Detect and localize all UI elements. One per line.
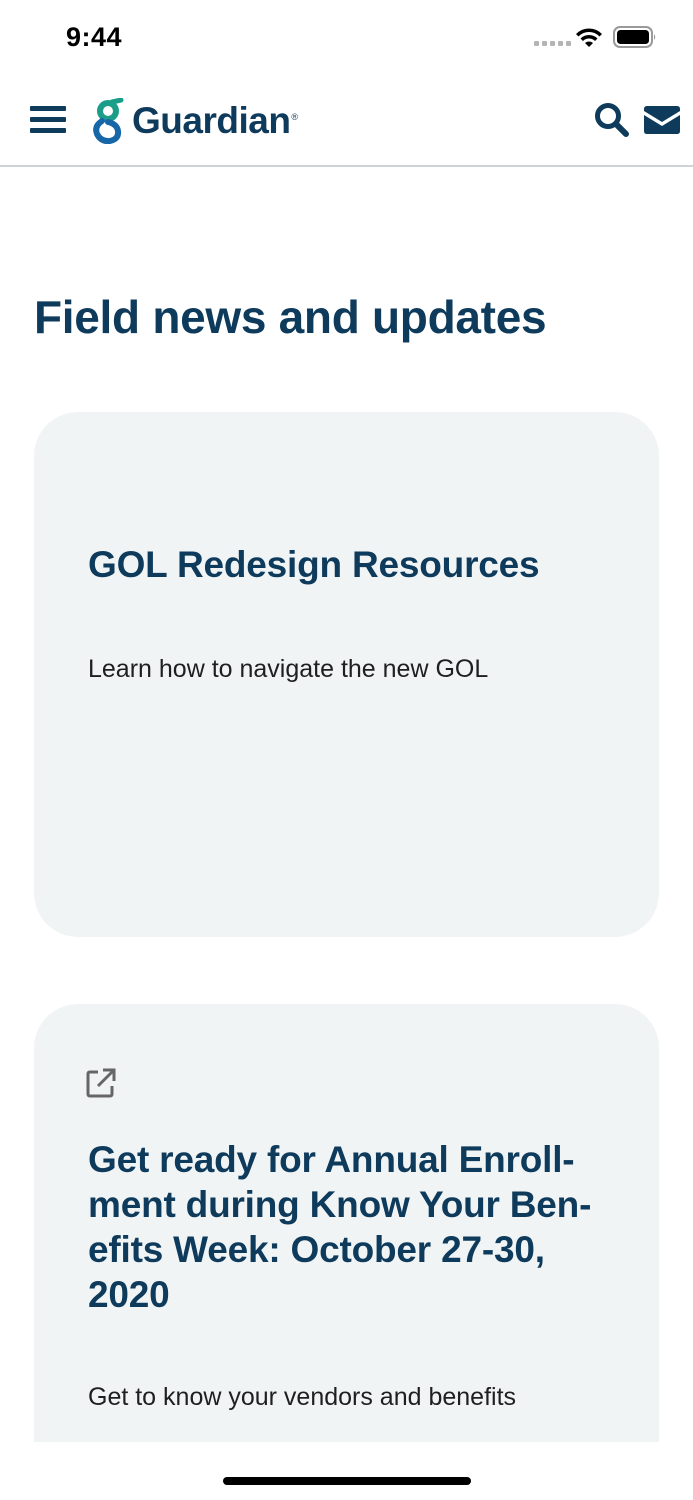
brand-name: Guardian [132, 100, 291, 141]
battery-icon [613, 26, 656, 48]
hamburger-menu-icon[interactable] [28, 102, 68, 140]
news-card-title: GOL Redesign Resources [88, 544, 540, 585]
app-header: Guardian ® [0, 80, 693, 167]
news-card[interactable]: Get ready for Annual Enroll-ment during … [34, 1004, 659, 1442]
guardian-logo[interactable]: Guardian ® [92, 98, 298, 144]
search-icon[interactable] [594, 102, 630, 138]
status-time: 9:44 [66, 22, 123, 52]
mail-icon[interactable] [644, 106, 680, 134]
status-bar: 9:44 [0, 0, 693, 80]
registered-mark: ® [291, 112, 299, 122]
wifi-icon [576, 28, 602, 47]
guardian-logo-mark-icon [93, 98, 124, 144]
external-link-icon [86, 1068, 116, 1098]
page-title: Field news and updates [34, 291, 547, 343]
app-screen: 9:44 Guardian ® Field news and updates G… [0, 0, 693, 1500]
news-card[interactable]: GOL Redesign Resources Learn how to navi… [34, 412, 659, 937]
cellular-signal-icon [534, 41, 571, 46]
news-card-description: Learn how to navigate the new GOL [88, 655, 489, 683]
news-card-title: Get ready for Annual Enroll-ment during … [88, 1139, 592, 1315]
home-indicator[interactable] [223, 1477, 471, 1485]
news-card-description: Get to know your vendors and benefits [88, 1383, 517, 1411]
